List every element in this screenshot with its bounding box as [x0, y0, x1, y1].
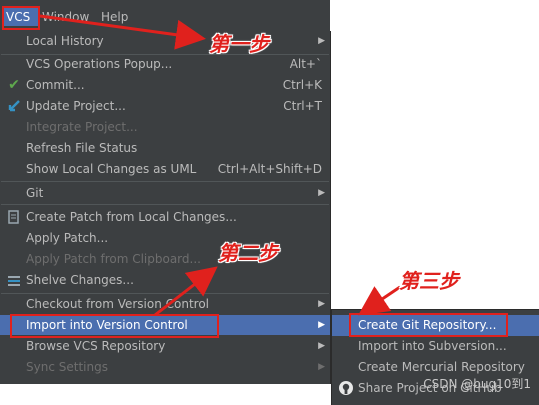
annotation-step2: 第二步	[218, 241, 278, 265]
menu-item-label: Apply Patch...	[26, 231, 109, 245]
submenu-arrow-icon: ▶	[318, 362, 325, 372]
menu-item-checkout[interactable]: Checkout from Version Control ▶	[0, 294, 330, 314]
menu-item-label: VCS Operations Popup...	[26, 57, 173, 71]
menu-item-shelve-changes[interactable]: Shelve Changes...	[0, 270, 330, 290]
menu-item-label: Sync Settings	[26, 360, 108, 374]
annotation-step1: 第一步	[209, 32, 269, 56]
menu-item-create-patch[interactable]: Create Patch from Local Changes...	[0, 207, 330, 227]
shortcut-label: Ctrl+K	[282, 78, 322, 92]
submenu-arrow-icon: ▶	[318, 320, 325, 330]
menu-item-integrate-project: Integrate Project...	[0, 117, 330, 137]
menu-item-label: Show Local Changes as UML	[26, 162, 197, 176]
patch-file-icon	[6, 209, 22, 225]
shortcut-label: Alt+`	[289, 57, 322, 71]
menu-item-apply-patch-clipboard: Apply Patch from Clipboard...	[0, 249, 330, 269]
submenu-arrow-icon: ▶	[318, 36, 325, 46]
menu-item-label: Local History	[26, 34, 104, 48]
submenu-arrow-icon: ▶	[318, 188, 325, 198]
annotation-step3: 第三步	[399, 269, 459, 293]
menu-item-label: Integrate Project...	[26, 120, 138, 134]
github-icon	[338, 380, 354, 396]
menu-window[interactable]: Window	[42, 8, 89, 26]
shelve-icon	[6, 272, 22, 288]
menu-item-vcs-operations-popup[interactable]: VCS Operations Popup... Alt+`	[0, 54, 330, 74]
menu-item-label: Refresh File Status	[26, 141, 138, 155]
menu-item-refresh-file-status[interactable]: Refresh File Status	[0, 138, 330, 158]
watermark: CSDN @bug10到1	[423, 377, 531, 391]
menu-help[interactable]: Help	[101, 8, 128, 26]
menu-separator	[1, 204, 329, 205]
update-arrow-icon	[6, 98, 22, 114]
menu-item-update-project[interactable]: Update Project... Ctrl+T	[0, 96, 330, 116]
submenu-arrow-icon: ▶	[318, 299, 325, 309]
menu-bar: VCS Window Help	[0, 0, 330, 32]
highlight-create-git-box	[349, 313, 508, 337]
menu-item-label: Shelve Changes...	[26, 273, 134, 287]
submenu-item-import-into-subversion[interactable]: Import into Subversion...	[332, 336, 539, 357]
highlight-vcs-box	[2, 6, 40, 30]
menu-item-label: Checkout from Version Control	[26, 297, 210, 311]
menu-item-label: Git	[26, 186, 44, 200]
menu-item-label: Create Patch from Local Changes...	[26, 210, 237, 224]
menu-item-label: Browse VCS Repository	[26, 339, 166, 353]
highlight-import-box	[10, 314, 219, 338]
menu-item-sync-settings: Sync Settings ▶	[0, 357, 330, 377]
menu-separator	[1, 181, 329, 182]
menu-item-browse-vcs-repository[interactable]: Browse VCS Repository ▶	[0, 336, 330, 356]
menu-item-label: Apply Patch from Clipboard...	[26, 252, 201, 266]
menu-item-apply-patch[interactable]: Apply Patch...	[0, 228, 330, 248]
menu-item-label: Commit...	[26, 78, 85, 92]
shortcut-label: Ctrl+T	[283, 99, 322, 113]
submenu-arrow-icon: ▶	[318, 341, 325, 351]
shortcut-label: Ctrl+Alt+Shift+D	[217, 162, 322, 176]
menu-item-show-local-changes-uml[interactable]: Show Local Changes as UML Ctrl+Alt+Shift…	[0, 159, 330, 179]
checkmark-icon: ✔	[8, 77, 20, 93]
menu-item-commit[interactable]: ✔ Commit... Ctrl+K	[0, 75, 330, 95]
menu-item-git[interactable]: Git ▶	[0, 183, 330, 203]
menu-item-label: Import into Subversion...	[358, 339, 507, 353]
menu-item-label: Update Project...	[26, 99, 126, 113]
menu-item-local-history[interactable]: Local History ▶	[0, 31, 330, 51]
